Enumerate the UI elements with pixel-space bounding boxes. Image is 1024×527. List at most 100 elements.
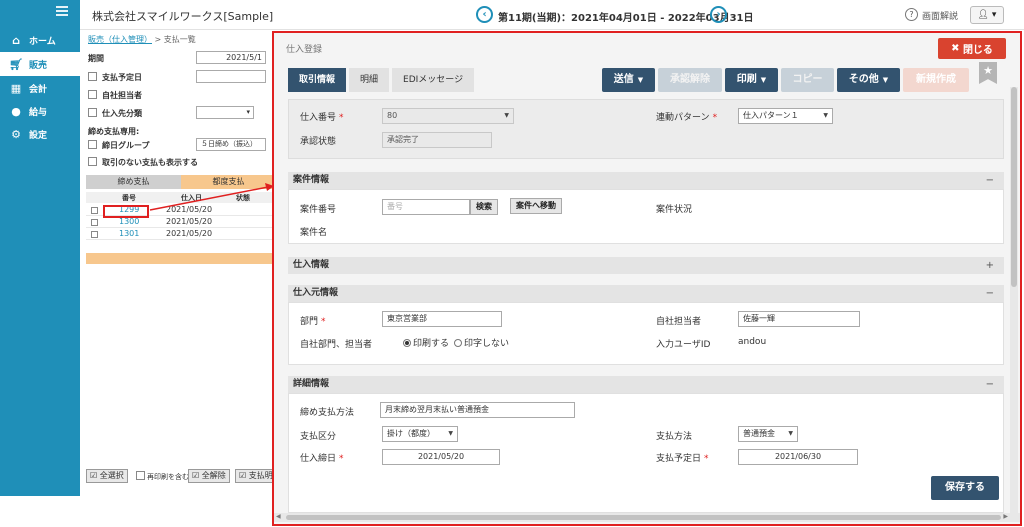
save-button[interactable]: 保存する bbox=[931, 476, 999, 500]
radio-icon bbox=[454, 339, 462, 347]
user-menu-button[interactable]: 👤︎ ▾ bbox=[970, 6, 1004, 24]
print-button[interactable]: 印刷 ▼ bbox=[725, 68, 778, 92]
print-on-radio[interactable]: 印刷する bbox=[403, 336, 449, 349]
closing-method-input[interactable]: 月末締め翌月末払い普通預金 bbox=[380, 402, 575, 418]
list-footer-bar bbox=[86, 253, 276, 264]
payment-method-label: 支払方法 bbox=[656, 432, 693, 442]
print-off-radio[interactable]: 印字しない bbox=[454, 336, 509, 349]
sidebar-item-payroll[interactable]: ● 給与 bbox=[0, 99, 80, 123]
sidebar-item-sales[interactable]: 🛒︎ 販売 bbox=[0, 52, 80, 76]
due-date-checkbox[interactable]: 支払予定日 bbox=[88, 72, 142, 83]
cart-icon: 🛒︎ bbox=[9, 57, 23, 71]
supplier-class-checkbox[interactable]: 仕入先分類 bbox=[88, 108, 142, 119]
hamburger-menu-icon[interactable] bbox=[56, 6, 68, 16]
closing-method-label: 締め支払方法 bbox=[300, 408, 355, 418]
project-name-label: 案件名 bbox=[300, 228, 328, 238]
row-date: 2021/05/20 bbox=[166, 229, 213, 238]
home-icon: ⌂ bbox=[12, 33, 20, 47]
caret-down-icon: ▼ bbox=[637, 76, 644, 84]
payment-method-select[interactable]: 普通預金 bbox=[738, 426, 798, 442]
payment-statement-button[interactable]: ☑ 支払明 bbox=[235, 469, 277, 483]
show-no-transaction-checkbox[interactable]: 取引のない支払も表示する bbox=[88, 157, 198, 168]
closing-only-label: 締め支払専用: bbox=[88, 127, 140, 136]
highlight-annotation-box bbox=[103, 205, 149, 218]
tab-details[interactable]: 明細 bbox=[349, 68, 390, 92]
row-number-link[interactable]: 1301 bbox=[119, 229, 139, 238]
collapse-icon[interactable]: − bbox=[986, 285, 994, 302]
linked-pattern-select[interactable]: 仕入パターン１ bbox=[738, 108, 833, 124]
project-number-input[interactable]: 番号 bbox=[382, 199, 470, 215]
list-bottom-toolbar: ☑ 全選択 再印刷を含む ☑ 全解除 ☑ 支払明 bbox=[86, 469, 277, 485]
closing-group-checkbox[interactable]: 締日グループ bbox=[88, 140, 150, 151]
payment-class-select[interactable]: 掛け（都度） bbox=[382, 426, 458, 442]
calculator-icon: ▦ bbox=[10, 81, 22, 95]
project-status-label: 案件状況 bbox=[656, 205, 693, 215]
linked-pattern-label: 連動パターン * bbox=[656, 113, 718, 123]
closing-date-input[interactable]: 2021/05/20 bbox=[382, 449, 500, 465]
input-user-value: andou bbox=[738, 337, 767, 347]
money-bag-icon: ● bbox=[11, 104, 21, 118]
modal-tabs: 取引情報 明細 EDIメッセージ bbox=[288, 68, 477, 92]
vertical-scrollbar[interactable] bbox=[1010, 87, 1018, 514]
staff-input[interactable]: 佐藤一輝 bbox=[738, 311, 860, 327]
star-icon[interactable]: ★ bbox=[979, 62, 997, 84]
scrollbar-thumb[interactable] bbox=[1011, 87, 1017, 287]
scroll-right-icon[interactable]: ▶ bbox=[1003, 513, 1008, 520]
help-icon[interactable]: ? bbox=[905, 8, 918, 21]
caret-down-icon: ▼ bbox=[882, 76, 889, 84]
previous-period-icon[interactable]: ‹ bbox=[476, 6, 493, 23]
expand-icon[interactable]: + bbox=[986, 257, 994, 274]
row-checkbox[interactable] bbox=[91, 207, 98, 214]
next-period-icon[interactable]: › bbox=[710, 6, 727, 23]
breadcrumb-link[interactable]: 販売（仕入管理） bbox=[88, 35, 152, 44]
checkbox-icon: ☑ bbox=[192, 471, 200, 480]
row-number-link[interactable]: 1300 bbox=[119, 217, 139, 226]
staff-label: 自社担当者 bbox=[656, 317, 702, 327]
tab-edi-message[interactable]: EDIメッセージ bbox=[392, 68, 475, 92]
unapprove-button[interactable]: 承認解除 bbox=[658, 68, 722, 92]
department-input[interactable]: 東京営業部 bbox=[382, 311, 502, 327]
required-marker: * bbox=[321, 317, 326, 327]
required-marker: * bbox=[339, 454, 344, 464]
sidebar-item-settings[interactable]: ⚙ 設定 bbox=[0, 122, 80, 146]
collapse-icon[interactable]: − bbox=[986, 376, 994, 393]
checkbox-icon: ☑ bbox=[90, 471, 98, 480]
supplier-section-header[interactable]: 仕入元情報 − bbox=[288, 285, 1004, 302]
send-button[interactable]: 送信 ▼ bbox=[602, 68, 655, 92]
approval-status-field: 承認完了 bbox=[382, 132, 492, 148]
purchase-info-section-header[interactable]: 仕入情報 + bbox=[288, 257, 1004, 274]
scroll-left-icon[interactable]: ◀ bbox=[276, 513, 281, 520]
input-user-label: 入力ユーザID bbox=[656, 340, 711, 350]
period-input[interactable]: 2021/5/1 bbox=[196, 51, 266, 64]
clear-all-button[interactable]: ☑ 全解除 bbox=[188, 469, 230, 483]
top-header: 株式会社スマイルワークス[Sample] ‹ 第11期(当期)：2021年04月… bbox=[80, 0, 1024, 30]
purchase-number-select[interactable]: 80 bbox=[382, 108, 514, 124]
closing-group-select[interactable]: ５日締め（振込） bbox=[196, 138, 266, 151]
project-section-header[interactable]: 案件情報 − bbox=[288, 172, 1004, 189]
close-button[interactable]: ✖ 閉じる bbox=[938, 38, 1006, 59]
detail-section-header[interactable]: 詳細情報 − bbox=[288, 376, 1004, 393]
collapse-icon[interactable]: − bbox=[986, 172, 994, 189]
horizontal-scrollbar[interactable]: ◀ ▶ bbox=[274, 513, 1020, 522]
row-checkbox[interactable] bbox=[91, 231, 98, 238]
other-button[interactable]: その他 ▼ bbox=[837, 68, 900, 92]
sidebar-item-home[interactable]: ⌂ ホーム bbox=[0, 28, 80, 52]
scrollbar-thumb[interactable] bbox=[286, 515, 1001, 520]
supplier-class-select[interactable]: ▾ bbox=[196, 106, 254, 119]
select-all-button[interactable]: ☑ 全選択 bbox=[86, 469, 128, 483]
tab-transaction-info[interactable]: 取引情報 bbox=[288, 68, 347, 92]
column-number: 番号 bbox=[122, 194, 136, 202]
copy-button[interactable]: コピー bbox=[781, 68, 834, 92]
sidebar-item-accounting[interactable]: ▦ 会計 bbox=[0, 76, 80, 100]
new-button[interactable]: 新規作成 bbox=[903, 68, 969, 92]
help-link[interactable]: 画面解説 bbox=[922, 9, 958, 22]
project-search-button[interactable]: 検索 bbox=[470, 199, 498, 215]
staff-checkbox[interactable]: 自社担当者 bbox=[88, 90, 142, 101]
due-date-input[interactable]: 2021/06/30 bbox=[738, 449, 858, 465]
go-to-project-button[interactable]: 案件へ移動 bbox=[510, 198, 562, 214]
row-checkbox[interactable] bbox=[91, 219, 98, 226]
required-marker: * bbox=[339, 113, 344, 123]
breadcrumb: 販売（仕入管理） > 支払一覧 bbox=[88, 35, 196, 44]
include-reprint-checkbox[interactable]: 再印刷を含む bbox=[136, 471, 189, 482]
due-date-input[interactable] bbox=[196, 70, 266, 83]
